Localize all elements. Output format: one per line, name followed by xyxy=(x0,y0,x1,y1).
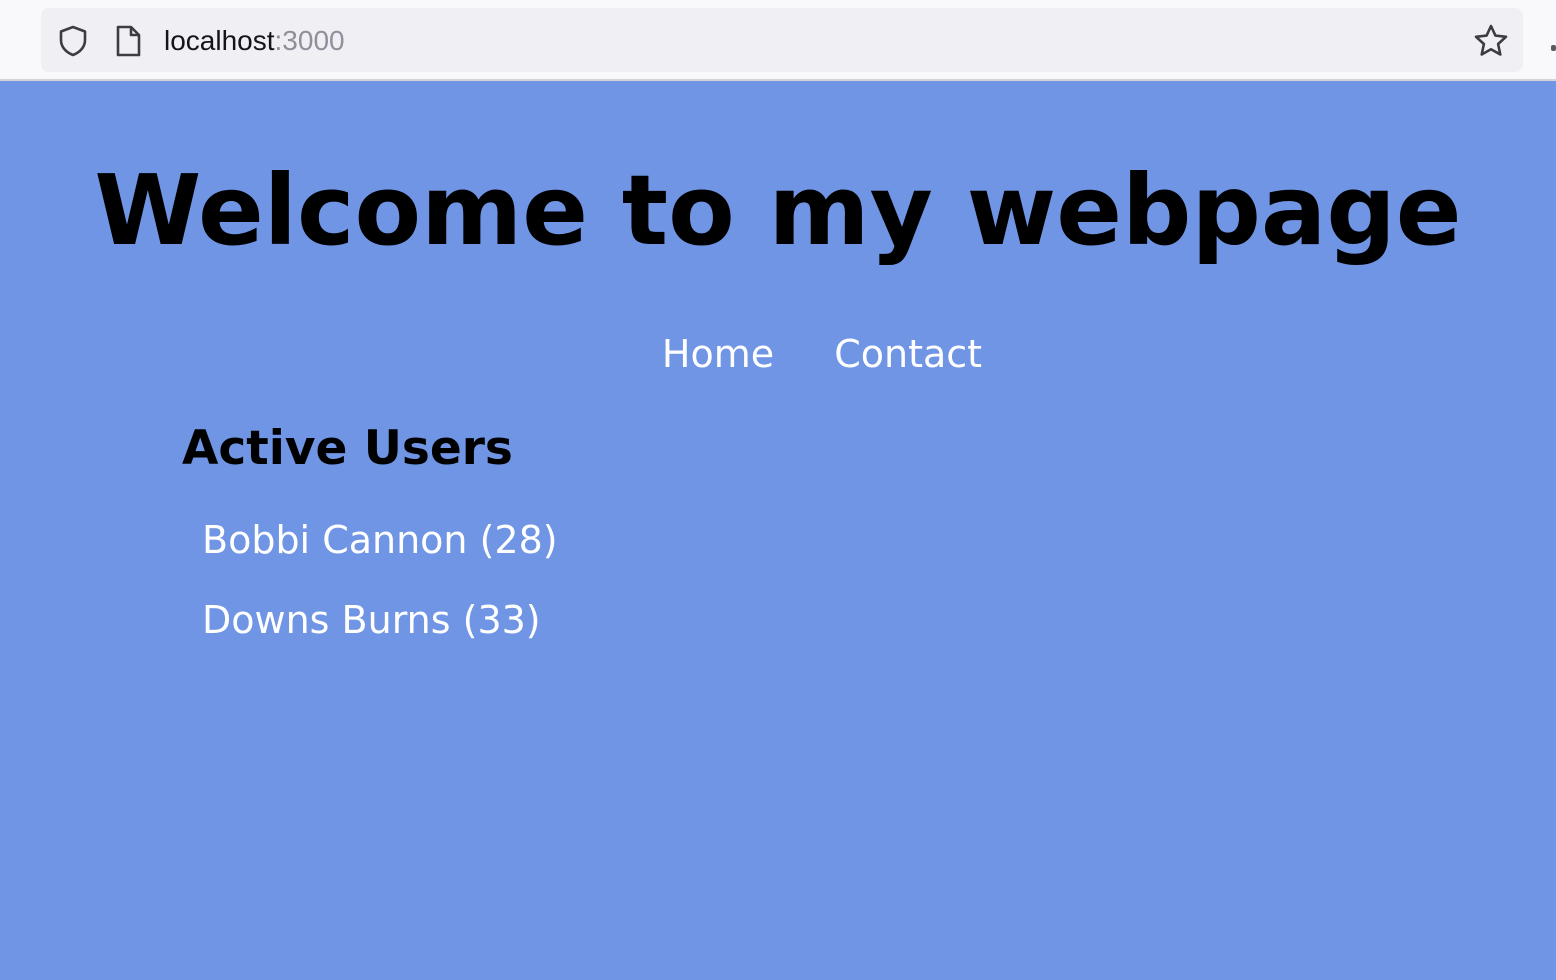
nav-link-contact[interactable]: Contact xyxy=(834,332,982,376)
page-icon xyxy=(116,25,141,57)
user-list-item: Downs Burns (33) xyxy=(202,598,541,642)
page-title: Welcome to my webpage xyxy=(94,154,1462,267)
star-icon[interactable] xyxy=(1472,22,1510,60)
url-port: :3000 xyxy=(274,25,345,56)
browser-toolbar: localhost:3000 xyxy=(0,0,1556,81)
page-body: Welcome to my webpage Home Contact Activ… xyxy=(0,81,1556,980)
shield-icon[interactable] xyxy=(56,24,90,58)
nav-link-home[interactable]: Home xyxy=(662,332,774,376)
active-users-list: Bobbi Cannon (28) Downs Burns (33) xyxy=(202,515,558,675)
url-text[interactable]: localhost:3000 xyxy=(164,22,345,60)
url-host: localhost xyxy=(164,25,275,56)
main-nav: Home Contact xyxy=(0,329,1556,379)
user-list-item: Bobbi Cannon (28) xyxy=(202,518,558,562)
active-users-heading: Active Users xyxy=(182,421,513,476)
toolbar-overflow-mark xyxy=(1551,45,1556,51)
